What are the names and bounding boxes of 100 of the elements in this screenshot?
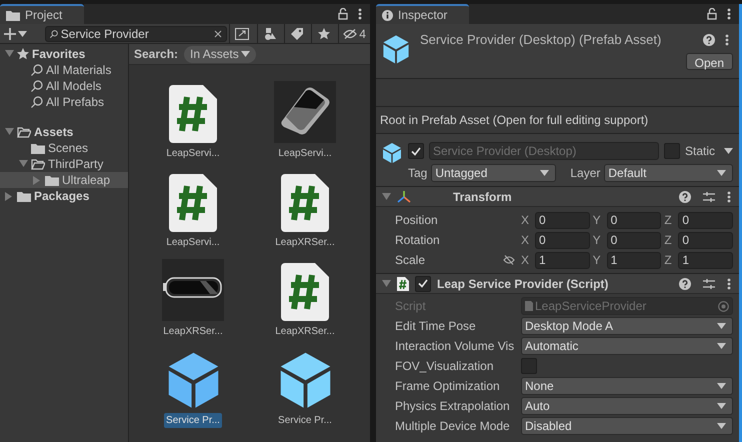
tag-label: Tag xyxy=(408,165,428,182)
dropdown[interactable]: None xyxy=(521,377,733,395)
axis-label: X xyxy=(521,212,530,229)
expanded-arrow-icon xyxy=(4,50,14,58)
tree-item[interactable]: All Models xyxy=(0,78,128,94)
search-field[interactable]: Service Provider xyxy=(44,26,228,42)
tree-item[interactable]: Assets xyxy=(0,124,128,140)
number-field[interactable]: 0 xyxy=(535,212,590,228)
asset-label[interactable]: LeapServi... xyxy=(164,235,222,250)
field-label: Frame Optimization xyxy=(395,378,501,395)
info-icon xyxy=(382,10,393,20)
component-header[interactable]: Leap Service Provider (Script) xyxy=(376,274,739,294)
lock-icon[interactable] xyxy=(338,8,348,20)
expanded-arrow-icon xyxy=(382,280,391,288)
axis-label: Y xyxy=(592,252,602,269)
menu-icon[interactable] xyxy=(727,8,731,20)
field-label: FOV_Visualization xyxy=(395,358,494,375)
asset-label[interactable]: LeapXRSer... xyxy=(273,235,337,250)
notice-text: Root in Prefab Asset (Open for full editing support) xyxy=(380,112,648,129)
search-icon xyxy=(31,96,43,108)
caret-icon xyxy=(18,30,27,36)
caret-icon xyxy=(540,170,550,176)
caret-icon[interactable] xyxy=(724,148,733,154)
caret-icon xyxy=(240,51,250,57)
collapsed-arrow-icon xyxy=(33,176,41,184)
layer-dropdown[interactable]: Default xyxy=(604,164,733,182)
caret-icon xyxy=(717,423,726,429)
dropdown[interactable]: Automatic xyxy=(521,337,733,355)
expanded-arrow-icon xyxy=(4,128,14,136)
sliders-icon[interactable] xyxy=(703,278,715,290)
dropdown[interactable]: Auto xyxy=(521,397,733,415)
unlinked-icon[interactable] xyxy=(503,255,515,265)
tree-item[interactable]: Ultraleap xyxy=(0,172,128,188)
number-field[interactable]: 0 xyxy=(606,212,662,228)
script-file-icon xyxy=(525,301,533,311)
checkmark-icon xyxy=(411,146,421,156)
open-button[interactable]: Open xyxy=(686,52,733,70)
number-field[interactable]: 1 xyxy=(606,252,662,268)
script-file-icon xyxy=(169,174,217,232)
checkbox[interactable] xyxy=(408,143,424,159)
device-thumbnail xyxy=(162,259,224,321)
axis-label: Z xyxy=(664,252,673,269)
help-icon[interactable] xyxy=(679,278,691,290)
axis-label: Z xyxy=(664,232,673,249)
search-icon xyxy=(31,64,43,76)
asset-label[interactable]: LeapXRSer... xyxy=(273,324,337,339)
tree-item[interactable]: Scenes xyxy=(0,140,128,156)
asset-label[interactable]: LeapXRSer... xyxy=(161,324,225,339)
panel-tab[interactable]: Project xyxy=(0,4,84,24)
number-field[interactable]: 1 xyxy=(535,252,590,268)
asset-label[interactable]: Service Pr... xyxy=(276,413,334,428)
folder-icon xyxy=(31,142,45,154)
folder-icon xyxy=(6,10,20,20)
star-icon xyxy=(318,28,330,40)
star-icon xyxy=(17,48,29,60)
cube-icon xyxy=(382,142,402,164)
menu-icon[interactable] xyxy=(358,8,362,20)
inspector-title: Service Provider (Desktop) (Prefab Asset) xyxy=(420,31,662,49)
number-field[interactable]: 0 xyxy=(606,232,662,248)
caret-icon xyxy=(717,403,726,409)
number-field[interactable]: 0 xyxy=(678,212,734,228)
number-field[interactable]: 0 xyxy=(678,232,734,248)
dropdown[interactable]: Desktop Mode A xyxy=(521,317,733,335)
number-field[interactable]: 0 xyxy=(535,232,590,248)
asset-label[interactable]: LeapServi... xyxy=(276,146,334,161)
menu-icon[interactable] xyxy=(727,278,731,290)
script-file-icon xyxy=(169,85,217,143)
window-icon xyxy=(235,28,250,40)
menu-icon[interactable] xyxy=(727,190,731,202)
tree-item[interactable]: ThirdParty xyxy=(0,156,128,172)
tree-item[interactable]: Favorites xyxy=(0,46,128,62)
checkbox[interactable] xyxy=(521,358,537,374)
plus-icon xyxy=(4,28,16,40)
axis-label: Z xyxy=(664,212,673,229)
axes-icon xyxy=(397,190,411,202)
component-header[interactable]: Transform xyxy=(376,187,739,207)
search-icon xyxy=(50,30,58,38)
sliders-icon[interactable] xyxy=(703,190,715,202)
help-icon[interactable] xyxy=(679,190,691,202)
close-icon[interactable] xyxy=(214,30,222,38)
tag-dropdown[interactable]: Untagged xyxy=(431,164,556,182)
tree-item[interactable]: All Prefabs xyxy=(0,94,128,110)
tree-item[interactable]: Packages xyxy=(0,188,128,204)
field-label: Edit Time Pose xyxy=(395,318,477,335)
field-label: Physics Extrapolation xyxy=(395,398,511,415)
asset-label[interactable]: LeapServi... xyxy=(164,146,222,161)
panel-tab[interactable]: Inspector xyxy=(376,4,470,24)
dropdown[interactable]: Disabled xyxy=(521,417,733,435)
menu-icon[interactable] xyxy=(725,34,729,46)
checkbox[interactable] xyxy=(415,276,431,292)
help-icon[interactable] xyxy=(703,34,715,46)
asset-label[interactable]: Service Pr... xyxy=(164,413,222,428)
caret-icon xyxy=(717,383,726,389)
lock-icon[interactable] xyxy=(707,8,717,20)
tree-item[interactable]: All Materials xyxy=(0,62,128,78)
field-label: Position xyxy=(395,212,439,229)
number-field[interactable]: 1 xyxy=(678,252,734,268)
scope-dropdown[interactable]: In Assets xyxy=(184,46,256,62)
checkbox[interactable] xyxy=(664,143,680,159)
field-label: Multiple Device Mode xyxy=(395,418,511,435)
